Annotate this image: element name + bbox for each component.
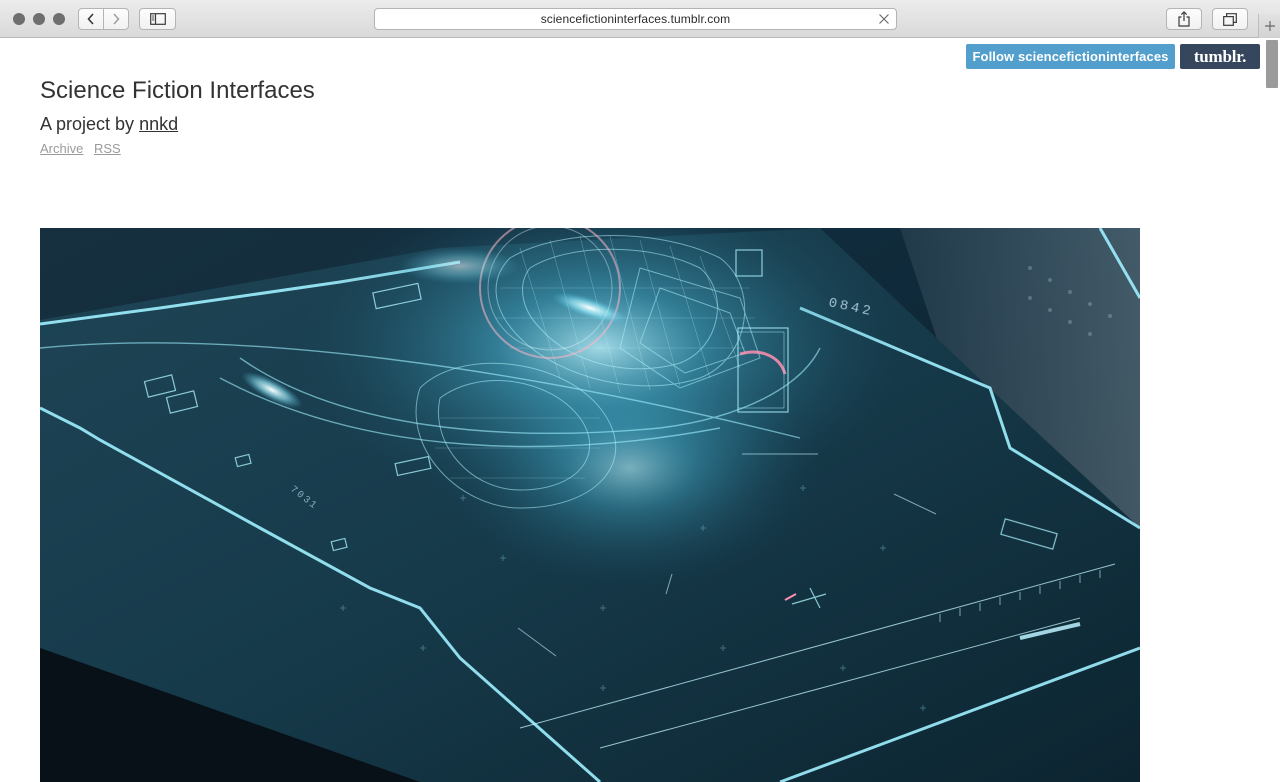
share-icon: [1178, 11, 1190, 27]
address-bar[interactable]: sciencefictioninterfaces.tumblr.com: [374, 8, 897, 30]
tumblr-logo-button[interactable]: tumblr.: [1180, 44, 1260, 69]
subtitle-prefix: A project by: [40, 114, 140, 134]
page-scrollbar[interactable]: [1264, 38, 1280, 782]
hud-illustration: 0842 7031: [40, 228, 1140, 782]
rss-link[interactable]: RSS: [94, 141, 121, 156]
forward-button[interactable]: [103, 9, 128, 29]
new-tab-button[interactable]: [1258, 14, 1280, 38]
history-nav: [78, 8, 129, 30]
chevron-right-icon: [113, 13, 120, 25]
share-button[interactable]: [1166, 8, 1202, 30]
blog-subtitle: A project by nnkd: [40, 114, 178, 135]
tabs-button[interactable]: [1212, 8, 1248, 30]
post-image[interactable]: 0842 7031: [40, 228, 1140, 782]
back-button[interactable]: [79, 9, 103, 29]
author-link[interactable]: nnkd: [139, 114, 178, 134]
tabs-icon: [1223, 12, 1237, 26]
close-window-button[interactable]: [13, 13, 25, 25]
zoom-window-button[interactable]: [53, 13, 65, 25]
address-url: sciencefictioninterfaces.tumblr.com: [540, 12, 731, 26]
sidebar-button[interactable]: [139, 8, 176, 30]
scrollbar-thumb[interactable]: [1266, 40, 1278, 88]
chevron-left-icon: [87, 13, 94, 25]
plus-icon: [1264, 21, 1275, 31]
browser-toolbar: sciencefictioninterfaces.tumblr.com: [0, 0, 1280, 38]
blog-nav-links: Archive RSS: [40, 141, 128, 156]
sidebar-icon: [149, 13, 166, 25]
close-icon[interactable]: [877, 12, 891, 26]
follow-button[interactable]: Follow sciencefictioninterfaces: [966, 44, 1175, 69]
minimize-window-button[interactable]: [33, 13, 45, 25]
blog-title: Science Fiction Interfaces: [40, 77, 315, 104]
archive-link[interactable]: Archive: [40, 141, 83, 156]
